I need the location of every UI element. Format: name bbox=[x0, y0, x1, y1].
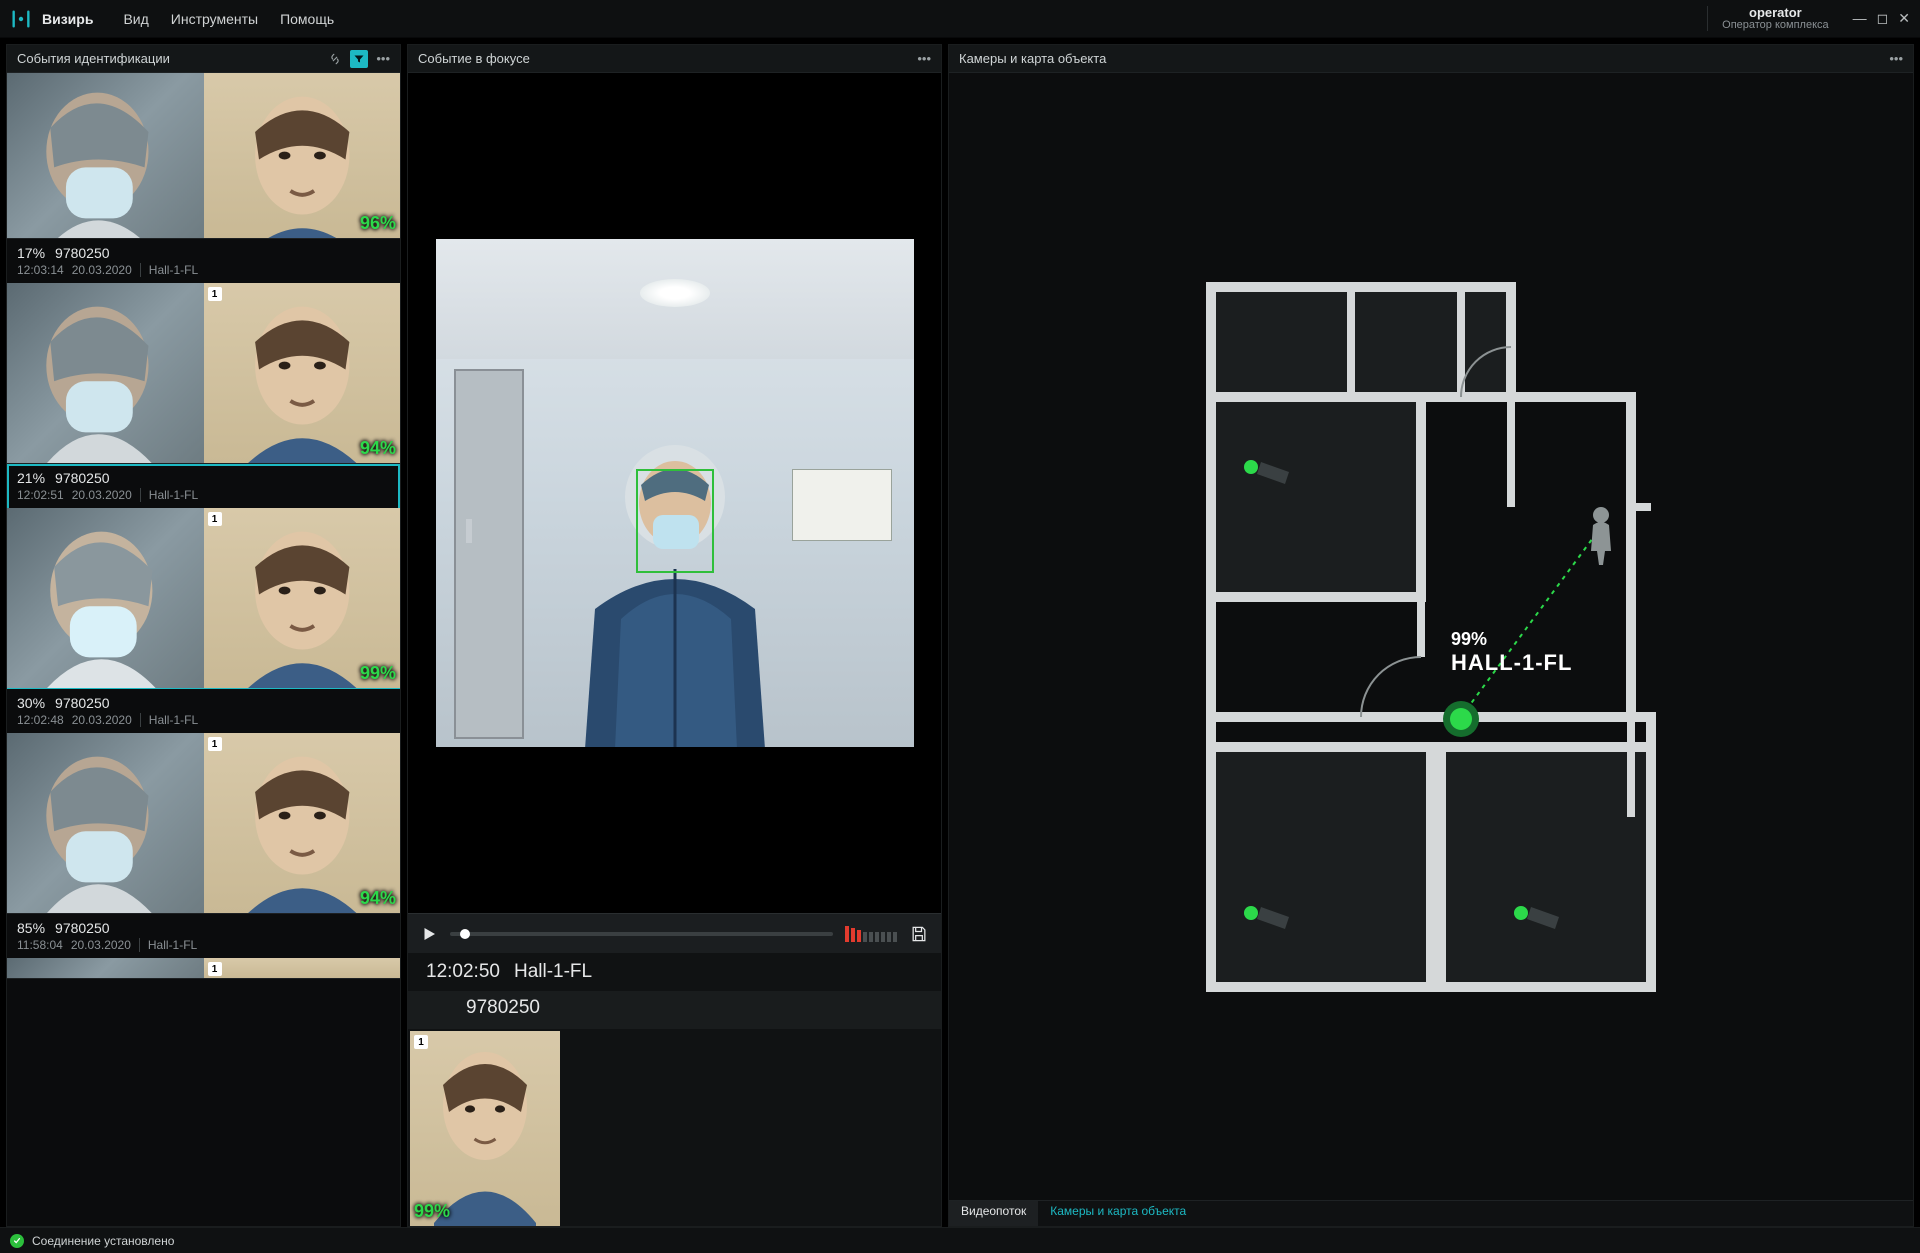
user-block[interactable]: operator Оператор комплекса bbox=[1707, 6, 1843, 31]
event-capture-thumb bbox=[7, 508, 204, 688]
rank-badge: 1 bbox=[208, 962, 222, 976]
event-camera: Hall-1-FL bbox=[140, 713, 198, 727]
rank-badge: 1 bbox=[208, 512, 222, 526]
event-reference-thumb: 1 94% bbox=[204, 733, 401, 913]
menu-tools[interactable]: Инструменты bbox=[171, 11, 258, 27]
more-icon[interactable]: ••• bbox=[1889, 51, 1903, 66]
focus-uid: 9780250 bbox=[408, 991, 941, 1029]
match-badge: 94% bbox=[360, 438, 396, 459]
map-marker-percent: 99% bbox=[1451, 629, 1572, 650]
event-uid: 9780250 bbox=[55, 695, 110, 711]
event-reference-thumb: 1 94% bbox=[204, 283, 401, 463]
status-text: Соединение установлено bbox=[32, 1234, 174, 1248]
focus-panel: Событие в фокусе ••• bbox=[407, 44, 942, 1227]
maximize-button[interactable]: ◻ bbox=[1877, 10, 1889, 27]
floor-map[interactable]: 99% HALL-1-FL bbox=[949, 73, 1913, 1200]
event-capture-thumb bbox=[7, 73, 204, 238]
focus-panel-title: Событие в фокусе bbox=[418, 51, 530, 66]
event-camera: Hall-1-FL bbox=[140, 488, 198, 502]
video-frame[interactable] bbox=[408, 73, 941, 913]
menu-help[interactable]: Помощь bbox=[280, 11, 334, 27]
event-reference-thumb: 96% bbox=[204, 73, 401, 238]
app-name: Визирь bbox=[42, 11, 93, 27]
event-reference-thumb: 1 bbox=[204, 958, 401, 978]
event-time: 11:58:04 bbox=[17, 938, 63, 952]
event-card[interactable]: 85% 9780250 11:58:04 20.03.2020 Hall-1-F… bbox=[7, 914, 400, 979]
user-role: Оператор комплекса bbox=[1722, 20, 1829, 32]
match-badge: 99% bbox=[360, 663, 396, 684]
event-uid: 9780250 bbox=[55, 470, 110, 486]
user-name: operator bbox=[1749, 6, 1802, 20]
event-date: 20.03.2020 bbox=[72, 713, 132, 727]
focus-reference-portrait[interactable]: 1 99% bbox=[410, 1031, 560, 1226]
event-date: 20.03.2020 bbox=[71, 938, 131, 952]
more-icon[interactable]: ••• bbox=[376, 51, 390, 66]
event-percent: 17% bbox=[17, 245, 45, 261]
event-capture-thumb bbox=[7, 733, 204, 913]
events-panel-title: События идентификации bbox=[17, 51, 170, 66]
map-panel-title: Камеры и карта объекта bbox=[959, 51, 1106, 66]
map-marker-label: HALL-1-FL bbox=[1451, 650, 1572, 676]
event-uid: 9780250 bbox=[55, 920, 110, 936]
match-badge: 94% bbox=[360, 888, 396, 909]
face-bounding-box bbox=[636, 469, 714, 573]
event-time: 12:02:48 bbox=[17, 713, 64, 727]
event-date: 20.03.2020 bbox=[72, 263, 132, 277]
event-time: 12:02:51 bbox=[17, 488, 64, 502]
person-marker-icon bbox=[1591, 507, 1611, 565]
event-capture-thumb bbox=[7, 958, 204, 978]
event-camera: Hall-1-FL bbox=[140, 263, 198, 277]
event-percent: 85% bbox=[17, 920, 45, 936]
filter-icon[interactable] bbox=[350, 50, 368, 68]
event-capture-thumb bbox=[7, 283, 204, 463]
more-icon[interactable]: ••• bbox=[917, 51, 931, 66]
tab-video-stream[interactable]: Видеопоток bbox=[949, 1201, 1038, 1226]
video-seek-bar[interactable] bbox=[450, 932, 833, 936]
event-percent: 21% bbox=[17, 470, 45, 486]
event-card[interactable]: 30% 9780250 12:02:48 20.03.2020 Hall-1-F… bbox=[7, 689, 400, 914]
rank-badge: 1 bbox=[414, 1035, 428, 1049]
event-percent: 30% bbox=[17, 695, 45, 711]
minimize-button[interactable]: — bbox=[1853, 10, 1867, 27]
close-button[interactable]: ✕ bbox=[1898, 10, 1910, 27]
save-icon[interactable] bbox=[909, 924, 929, 944]
focus-time: 12:02:50 bbox=[426, 961, 500, 983]
active-camera-marker bbox=[1443, 701, 1479, 737]
menu-view[interactable]: Вид bbox=[123, 11, 148, 27]
event-card[interactable]: 17% 9780250 12:03:14 20.03.2020 Hall-1-F… bbox=[7, 239, 400, 464]
match-badge: 99% bbox=[414, 1201, 450, 1222]
event-reference-thumb: 1 99% bbox=[204, 508, 401, 688]
event-uid: 9780250 bbox=[55, 245, 110, 261]
events-panel: События идентификации ••• bbox=[6, 44, 401, 1227]
app-logo-icon bbox=[10, 8, 32, 30]
tab-cameras-map[interactable]: Камеры и карта объекта bbox=[1038, 1201, 1198, 1226]
event-card[interactable]: 96% bbox=[7, 73, 400, 239]
event-camera: Hall-1-FL bbox=[139, 938, 197, 952]
event-date: 20.03.2020 bbox=[72, 488, 132, 502]
timeline-activity-indicator bbox=[845, 926, 897, 942]
map-panel: Камеры и карта объекта ••• bbox=[948, 44, 1914, 1227]
focus-camera: Hall-1-FL bbox=[514, 961, 592, 983]
connection-status-icon bbox=[10, 1234, 24, 1248]
play-button[interactable] bbox=[420, 925, 438, 943]
link-icon[interactable] bbox=[328, 52, 342, 66]
rank-badge: 1 bbox=[208, 737, 222, 751]
match-badge: 96% bbox=[360, 213, 396, 234]
rank-badge: 1 bbox=[208, 287, 222, 301]
event-card[interactable]: 21% 9780250 12:02:51 20.03.2020 Hall-1-F… bbox=[7, 464, 400, 689]
event-time: 12:03:14 bbox=[17, 263, 64, 277]
